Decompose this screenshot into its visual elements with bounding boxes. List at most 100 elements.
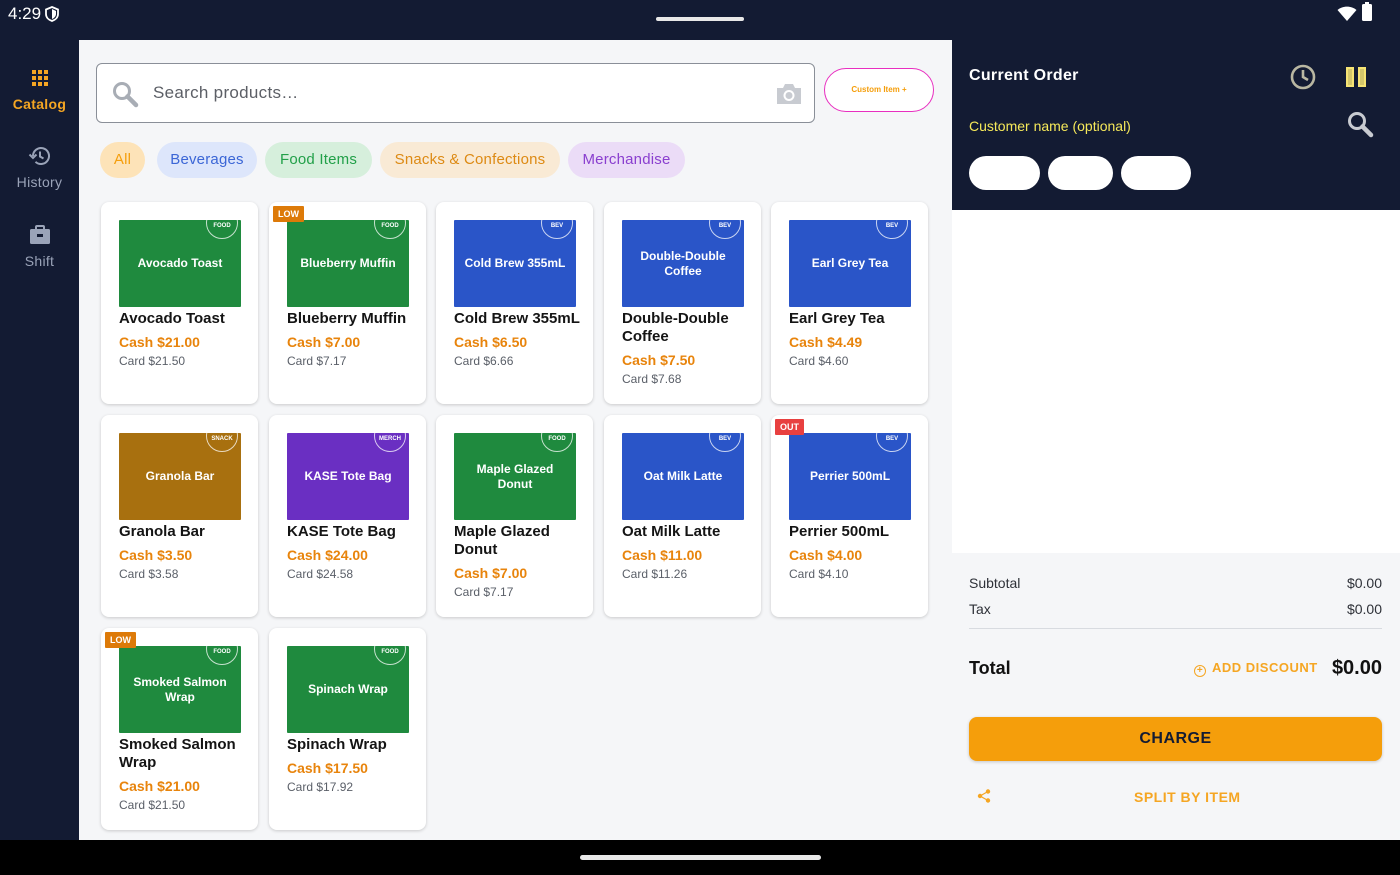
product-thumbnail: Granola Bar SNACK xyxy=(119,433,241,520)
product-name: Cold Brew 355mL xyxy=(454,310,580,327)
product-card[interactable]: Spinach Wrap FOOD Spinach Wrap Cash $17.50 C… xyxy=(269,628,426,830)
add-discount-label: ADD DISCOUNT xyxy=(1212,660,1318,675)
cash-price: Cash $6.50 xyxy=(454,334,528,350)
split-by-item-button[interactable]: SPLIT BY ITEM xyxy=(1134,789,1241,805)
category-chip[interactable]: Beverages xyxy=(157,142,257,178)
cash-price: Cash $21.00 xyxy=(119,778,200,794)
category-tag: FOOD xyxy=(541,433,573,452)
add-discount-button[interactable]: + ADD DISCOUNT xyxy=(1194,660,1318,677)
divider xyxy=(969,628,1382,629)
card-price: Card $24.58 xyxy=(287,567,354,581)
product-thumbnail: Blueberry Muffin FOOD xyxy=(287,220,409,307)
product-card[interactable]: Granola Bar SNACK Granola Bar Cash $3.50 Car… xyxy=(101,415,258,617)
product-name: Spinach Wrap xyxy=(287,736,387,753)
subtotal-row: Subtotal $0.00 xyxy=(969,575,1382,591)
status-time: 4:29 xyxy=(8,4,42,23)
card-price: Card $11.26 xyxy=(622,567,688,581)
order-pill[interactable] xyxy=(1121,156,1191,190)
cash-price: Cash $24.00 xyxy=(287,547,368,563)
nav-rail: Catalog History Shift xyxy=(0,40,79,840)
cash-price: Cash $3.50 xyxy=(119,547,193,563)
product-card[interactable]: Avocado Toast FOOD Avocado Toast Cash $21.0… xyxy=(101,202,258,404)
nav-catalog[interactable]: Catalog xyxy=(0,66,79,112)
product-card[interactable]: Cold Brew 355mL BEV Cold Brew 355mL Cash $6… xyxy=(436,202,593,404)
customer-search-icon[interactable] xyxy=(1346,110,1374,138)
card-price: Card $7.17 xyxy=(454,585,514,599)
customer-name-input[interactable] xyxy=(969,115,1269,137)
subtotal-label: Subtotal xyxy=(969,575,1021,591)
category-tag: BEV xyxy=(709,433,741,452)
product-card[interactable]: Blueberry Muffin FOOD LOW Blueberry Muffin C… xyxy=(269,202,426,404)
cash-price: Cash $7.00 xyxy=(454,565,528,581)
product-thumbnail: Maple Glazed Donut FOOD xyxy=(454,433,576,520)
product-tile-label: Cold Brew 355mL xyxy=(464,256,566,270)
grid-icon xyxy=(31,70,48,86)
shift-icon xyxy=(29,225,50,244)
card-price: Card $17.92 xyxy=(287,780,354,794)
category-chip[interactable]: Snacks & Confections xyxy=(380,142,560,178)
product-thumbnail: Avocado Toast FOOD xyxy=(119,220,241,307)
stock-badge: LOW xyxy=(105,632,136,648)
product-name: Earl Grey Tea xyxy=(789,310,885,327)
custom-item-button[interactable]: Custom Item + xyxy=(824,68,934,112)
search-icon xyxy=(113,82,139,108)
order-pill[interactable] xyxy=(969,156,1040,190)
product-thumbnail: Spinach Wrap FOOD xyxy=(287,646,409,733)
status-bar: 4:29 xyxy=(0,0,1400,40)
shield-icon xyxy=(45,6,59,22)
product-card[interactable]: Double-Double Coffee BEV Double-Double Cof… xyxy=(604,202,761,404)
subtotal-value: $0.00 xyxy=(1346,575,1382,591)
product-tile-label: Smoked Salmon Wrap xyxy=(133,674,227,704)
nav-shift[interactable]: Shift xyxy=(0,223,79,269)
product-card[interactable]: Earl Grey Tea BEV Earl Grey Tea Cash $4.49 C… xyxy=(771,202,928,404)
product-name: KASE Tote Bag xyxy=(287,523,396,540)
product-name: Granola Bar xyxy=(119,523,205,540)
order-panel: Current Order Subtotal $0.00 Tax $0.00 xyxy=(952,40,1400,840)
product-thumbnail: Perrier 500mL BEV xyxy=(789,433,911,520)
category-tag: SNACK xyxy=(206,433,238,452)
search-input[interactable] xyxy=(153,78,753,108)
product-card[interactable]: KASE Tote Bag MERCH KASE Tote Bag Cash $24.… xyxy=(269,415,426,617)
wifi-icon xyxy=(1337,6,1357,21)
product-name: Avocado Toast xyxy=(119,310,225,327)
cash-price: Cash $21.00 xyxy=(119,334,200,350)
product-card[interactable]: Oat Milk Latte BEV Oat Milk Latte Cash $11.… xyxy=(604,415,761,617)
product-tile-label: Maple Glazed Donut xyxy=(476,461,554,491)
nav-history-label: History xyxy=(16,174,63,190)
system-nav-bar xyxy=(0,840,1400,875)
cash-price: Cash $11.00 xyxy=(622,547,703,563)
product-name: Blueberry Muffin xyxy=(287,310,407,327)
category-tag: FOOD xyxy=(206,220,238,239)
product-tile-label: Blueberry Muffin xyxy=(300,256,396,270)
product-card[interactable]: Smoked Salmon Wrap FOOD LOW Smoked Salmon W… xyxy=(101,628,258,830)
product-name: Maple Glazed Donut xyxy=(454,523,550,558)
home-handle[interactable] xyxy=(580,855,821,860)
product-name: Double-Double Coffee xyxy=(622,310,729,345)
share-icon[interactable] xyxy=(977,789,991,803)
camera-icon[interactable] xyxy=(775,82,803,106)
nav-history[interactable]: History xyxy=(0,144,79,190)
charge-button[interactable]: CHARGE xyxy=(969,717,1382,761)
category-tag: BEV xyxy=(876,433,908,452)
search-box[interactable] xyxy=(96,63,815,123)
category-tag: FOOD xyxy=(206,646,238,665)
product-card[interactable]: Maple Glazed Donut FOOD Maple Glazed Donut… xyxy=(436,415,593,617)
status-handle xyxy=(656,17,744,21)
clock-icon[interactable] xyxy=(1290,64,1316,90)
card-price: Card $3.58 xyxy=(119,567,179,581)
pause-icon[interactable] xyxy=(1345,67,1367,87)
cash-price: Cash $7.50 xyxy=(622,352,696,368)
tax-label: Tax xyxy=(969,601,991,617)
product-card[interactable]: Perrier 500mL BEV OUT Perrier 500mL Cash $4.… xyxy=(771,415,928,617)
cash-price: Cash $4.00 xyxy=(789,547,863,563)
category-chip[interactable]: Merchandise xyxy=(568,142,685,178)
card-price: Card $4.60 xyxy=(789,354,849,368)
order-pill[interactable] xyxy=(1048,156,1113,190)
total-label: Total xyxy=(969,658,1011,678)
tax-row: Tax $0.00 xyxy=(969,601,1382,617)
category-chip[interactable]: All xyxy=(100,142,145,178)
category-chip[interactable]: Food Items xyxy=(265,142,372,178)
plus-circle-icon: + xyxy=(1194,665,1206,677)
product-tile-label: Spinach Wrap xyxy=(308,682,388,696)
history-icon xyxy=(28,147,50,165)
